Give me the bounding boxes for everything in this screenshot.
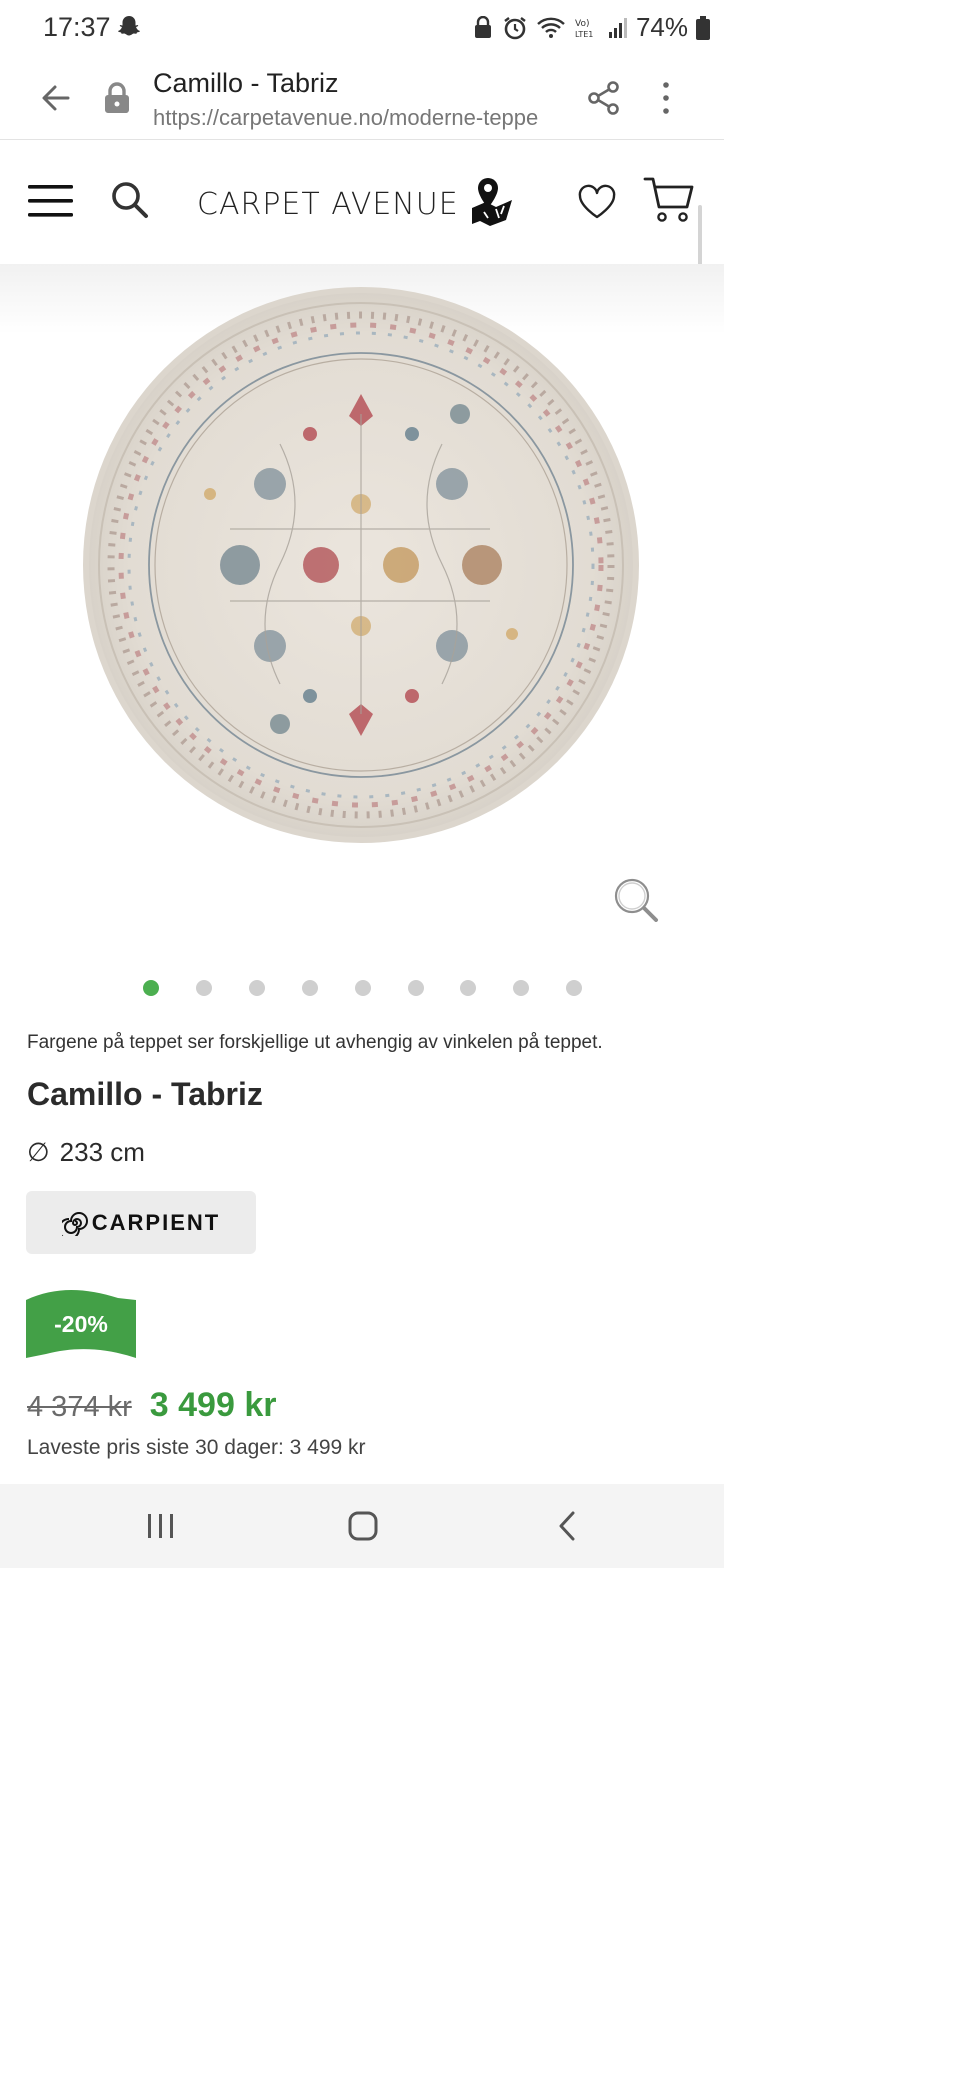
map-pin-icon xyxy=(472,178,512,226)
menu-icon[interactable] xyxy=(28,184,74,218)
volte-icon: Vo)LTE1 xyxy=(575,19,593,39)
zoom-icon[interactable] xyxy=(612,876,660,922)
carousel-dot[interactable] xyxy=(143,980,159,996)
price-row: 4 374 kr 3 499 kr xyxy=(27,1386,276,1425)
url-field[interactable]: https://carpetavenue.no/moderne-teppe xyxy=(153,105,563,131)
site-header: CARPET AVENUE xyxy=(0,140,724,264)
share-icon[interactable] xyxy=(586,80,622,116)
system-nav-bar xyxy=(0,1484,724,1568)
lock-icon[interactable] xyxy=(101,80,133,116)
cart-icon[interactable] xyxy=(643,176,695,224)
battery-level: 74% xyxy=(635,12,688,42)
heart-icon[interactable] xyxy=(577,184,617,220)
brand-badge[interactable]: CARPIENT xyxy=(26,1191,256,1254)
product-image-round-rug[interactable] xyxy=(80,284,642,846)
carousel-dot[interactable] xyxy=(196,980,212,996)
product-image-gallery[interactable] xyxy=(0,264,724,954)
carousel-dot[interactable] xyxy=(566,980,582,996)
search-icon[interactable] xyxy=(110,180,150,220)
carousel-dot[interactable] xyxy=(408,980,424,996)
back-arrow-icon[interactable] xyxy=(38,80,74,116)
status-time: 17:37 xyxy=(43,12,111,42)
carpient-swirl-icon xyxy=(61,1211,88,1236)
discount-label: -20% xyxy=(54,1310,108,1337)
recent-apps-icon[interactable] xyxy=(146,1512,176,1540)
home-icon[interactable] xyxy=(347,1510,379,1542)
system-back-icon[interactable] xyxy=(556,1510,578,1542)
page-title: Camillo - Tabriz xyxy=(153,68,339,98)
old-price: 4 374 kr xyxy=(27,1391,132,1423)
status-icons: Vo) LTE1 74% xyxy=(472,12,710,43)
signal-icon xyxy=(608,17,627,38)
carousel-dot[interactable] xyxy=(355,980,371,996)
carousel-dot[interactable] xyxy=(249,980,265,996)
carousel-dot[interactable] xyxy=(460,980,476,996)
size-value: 233 cm xyxy=(59,1137,145,1167)
brand-logo-text[interactable]: CARPET AVENUE xyxy=(197,187,459,222)
sale-price: 3 499 kr xyxy=(149,1386,277,1424)
lock-notification-icon xyxy=(474,15,491,38)
wifi-icon xyxy=(537,17,565,38)
status-bar: 17:37 Vo) LTE1 74% xyxy=(0,0,724,56)
more-options-icon[interactable] xyxy=(658,80,674,116)
lowest-price-note: Laveste pris siste 30 dager: 3 499 kr xyxy=(27,1436,366,1459)
brand-badge-label: CARPIENT xyxy=(91,1209,221,1235)
product-size: ∅ 233 cm xyxy=(27,1137,145,1168)
carousel-dot[interactable] xyxy=(513,980,529,996)
color-disclaimer: Fargene på teppet ser forskjellige ut av… xyxy=(27,1032,603,1053)
browser-url-bar: Camillo - Tabriz https://carpetavenue.no… xyxy=(0,56,724,140)
alarm-icon xyxy=(504,16,526,39)
battery-icon xyxy=(696,15,710,40)
diameter-icon: ∅ xyxy=(27,1137,50,1167)
product-name: Camillo - Tabriz xyxy=(27,1076,263,1112)
svg-text:LTE1: LTE1 xyxy=(575,30,593,39)
carousel-dot[interactable] xyxy=(302,980,318,996)
snapchat-icon xyxy=(118,16,140,36)
carousel-dots xyxy=(0,980,724,1000)
svg-text:Vo): Vo) xyxy=(575,19,589,29)
